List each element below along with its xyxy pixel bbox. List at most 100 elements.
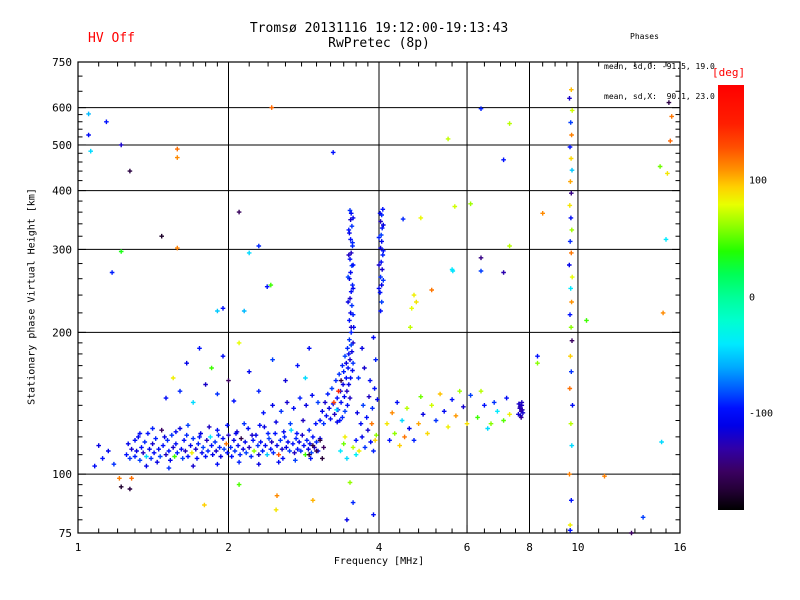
data-point (568, 215, 574, 221)
data-point (567, 471, 572, 477)
data-point (345, 403, 350, 408)
data-point (475, 415, 480, 420)
data-point (362, 445, 368, 450)
data-point (567, 96, 572, 101)
data-point (173, 429, 179, 435)
data-point (369, 421, 375, 426)
data-point (163, 395, 169, 401)
data-point (268, 446, 274, 452)
data-point (162, 434, 167, 440)
data-point (429, 287, 434, 293)
data-point (292, 450, 297, 456)
data-point (246, 445, 252, 450)
x-tick-label: 1 (75, 541, 82, 554)
data-point (366, 394, 372, 399)
data-point (317, 418, 323, 423)
data-point (392, 431, 397, 436)
data-point (540, 211, 545, 216)
data-point (241, 421, 247, 426)
data-point (170, 375, 176, 381)
y-tick-label: 600 (52, 102, 72, 115)
data-point (231, 438, 237, 443)
data-point (504, 395, 509, 401)
data-point (208, 434, 213, 440)
data-point (358, 421, 364, 426)
data-point (342, 434, 348, 440)
data-point (485, 426, 490, 431)
data-point (256, 388, 262, 394)
data-point (117, 476, 122, 481)
ionogram-screen: HV Off Tromsø 20131116 19:12:00-19:13:43… (0, 0, 800, 600)
y-tick-label: 100 (52, 468, 72, 481)
data-point (243, 450, 249, 456)
data-point (269, 439, 274, 445)
data-point (118, 142, 124, 148)
data-point (468, 201, 473, 207)
data-point (353, 438, 359, 443)
data-point (569, 299, 574, 305)
data-point (147, 446, 152, 452)
data-point (333, 378, 339, 383)
data-point (88, 148, 93, 154)
data-point (150, 441, 155, 447)
data-point (96, 443, 101, 448)
data-point (376, 286, 382, 291)
data-point (196, 441, 201, 447)
data-point (478, 388, 484, 394)
data-point (347, 337, 352, 342)
data-point (569, 87, 574, 92)
data-point (334, 395, 340, 401)
data-point (127, 456, 133, 461)
data-point (226, 378, 231, 383)
data-point (320, 456, 325, 461)
data-point (306, 427, 312, 433)
data-point (184, 432, 189, 438)
data-point (350, 368, 355, 373)
data-point (657, 164, 663, 169)
data-point (86, 132, 91, 138)
data-point (172, 454, 177, 459)
data-point (281, 429, 287, 435)
data-point (429, 403, 434, 408)
data-point (183, 448, 188, 454)
data-point (344, 375, 349, 381)
data-point (169, 432, 175, 438)
data-point (150, 426, 155, 431)
data-point (350, 360, 356, 366)
data-point (535, 360, 540, 366)
data-point (273, 507, 279, 513)
data-point (190, 400, 196, 405)
data-point (238, 436, 244, 441)
data-point (213, 448, 219, 454)
data-point (293, 436, 299, 441)
data-point (365, 427, 371, 433)
data-point (360, 403, 366, 408)
scatter-points (86, 87, 674, 536)
data-point (261, 410, 266, 416)
data-point (441, 409, 447, 414)
data-point (325, 391, 331, 397)
data-point (236, 482, 242, 487)
data-point (348, 375, 353, 381)
data-point (453, 413, 459, 419)
data-point (350, 445, 356, 450)
data-point (338, 448, 343, 454)
data-point (194, 456, 200, 461)
data-point (306, 346, 312, 351)
data-point (535, 353, 540, 359)
data-point (256, 461, 262, 467)
data-point (303, 375, 308, 381)
data-point (132, 438, 138, 443)
data-point (478, 106, 484, 111)
data-point (491, 400, 497, 405)
data-point (240, 446, 246, 452)
data-point (397, 443, 402, 448)
data-point (389, 410, 395, 416)
data-point (379, 267, 385, 272)
data-point (584, 318, 589, 323)
data-point (251, 448, 257, 454)
data-point (283, 378, 288, 383)
data-point (137, 458, 143, 463)
data-point (266, 436, 272, 441)
data-point (160, 443, 166, 448)
